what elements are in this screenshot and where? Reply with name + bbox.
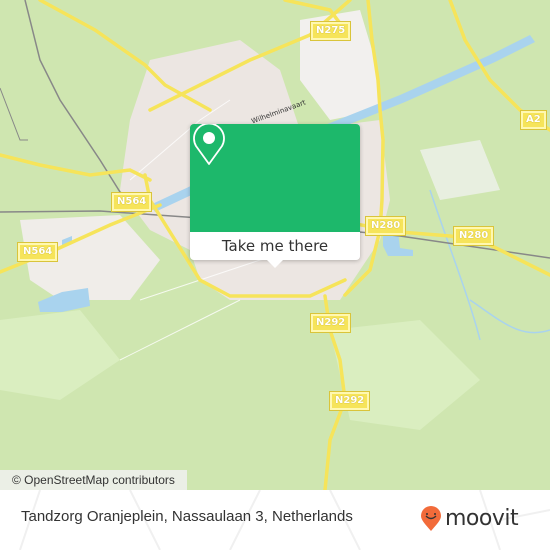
moovit-smile-pin-icon: [421, 506, 441, 531]
map-view[interactable]: N275 A2 N564 N564 N280 N280 N292 N292 Wi…: [0, 0, 550, 490]
road-label-n275: N275: [309, 21, 352, 41]
location-popup: Take me there: [190, 124, 360, 268]
map-pin-icon: [193, 124, 225, 165]
map-attribution: © OpenStreetMap contributors: [0, 470, 187, 490]
road-label-n292: N292: [328, 391, 371, 411]
moovit-logo[interactable]: moovit: [420, 506, 519, 532]
road-label-n280: N280: [364, 216, 407, 236]
footer: Tandzorg Oranjeplein, Nassaulaan 3, Neth…: [0, 490, 550, 550]
road-label-n564: N564: [110, 192, 153, 212]
road-label-a2: A2: [520, 110, 547, 130]
road-label-n280: N280: [452, 226, 495, 246]
address-text: Tandzorg Oranjeplein, Nassaulaan 3, Neth…: [21, 508, 353, 525]
take-me-there-button[interactable]: Take me there: [190, 232, 360, 260]
popup-header: [190, 124, 360, 232]
moovit-wordmark: moovit: [445, 506, 519, 531]
road-label-n564: N564: [16, 242, 59, 262]
popup-pointer: [267, 260, 283, 268]
road-label-n292: N292: [309, 313, 352, 333]
